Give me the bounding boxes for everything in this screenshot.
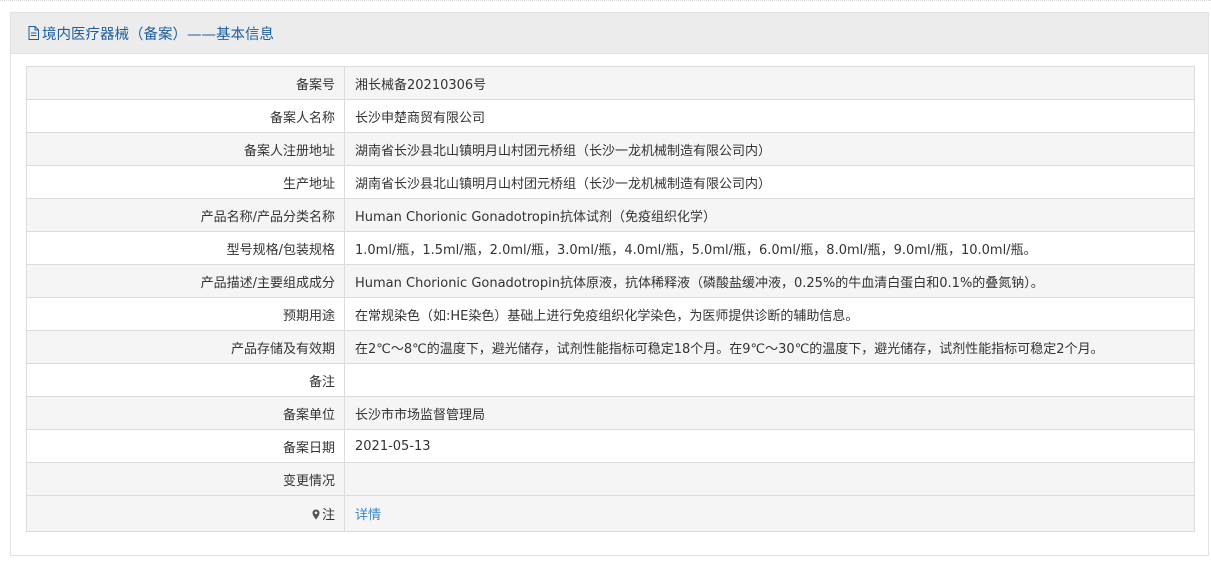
top-divider [0, 0, 1211, 5]
row-value: Human Chorionic Gonadotropin抗体原液，抗体稀释液（磷… [344, 264, 1195, 298]
table-row: 预期用途 在常规染色（如:HE染色）基础上进行免疫组织化学染色，为医师提供诊断的辅… [26, 297, 1195, 331]
row-label: 预期用途 [26, 297, 345, 331]
row-value: 湖南省长沙县北山镇明月山村团元桥组（长沙一龙机械制造有限公司内） [344, 165, 1195, 199]
row-value [344, 462, 1195, 496]
table-row: 产品存储及有效期 在2℃～8℃的温度下，避光储存，试剂性能指标可稳定18个月。在9… [26, 330, 1195, 364]
note-value-cell: 详情 [344, 495, 1195, 532]
table-row: 生产地址 湖南省长沙县北山镇明月山村团元桥组（长沙一龙机械制造有限公司内） [26, 165, 1195, 199]
row-value: Human Chorionic Gonadotropin抗体试剂（免疫组织化学） [344, 198, 1195, 232]
row-label: 产品存储及有效期 [26, 330, 345, 364]
row-value: 湖南省长沙县北山镇明月山村团元桥组（长沙一龙机械制造有限公司内） [344, 132, 1195, 166]
document-icon [28, 26, 39, 40]
table-row-note: 注 详情 [26, 495, 1195, 532]
table-row: 备案号 湘长械备20210306号 [26, 66, 1195, 100]
note-label: 注 [321, 508, 335, 523]
table-row: 备案单位 长沙市市场监督管理局 [26, 396, 1195, 430]
row-label: 备注 [26, 363, 345, 397]
row-label: 备案号 [26, 66, 345, 100]
row-label: 型号规格/包装规格 [26, 231, 345, 265]
row-label: 生产地址 [26, 165, 345, 199]
row-value: 湘长械备20210306号 [344, 66, 1195, 100]
row-value [344, 363, 1195, 397]
table-row: 备案日期 2021-05-13 [26, 429, 1195, 463]
row-label: 变更情况 [26, 462, 345, 496]
panel-header: 境内医疗器械（备案）——基本信息 [11, 13, 1208, 54]
row-value: 长沙市市场监督管理局 [344, 396, 1195, 430]
note-label-cell: 注 [26, 495, 345, 532]
row-label: 备案日期 [26, 429, 345, 463]
table-row: 型号规格/包装规格 1.0ml/瓶，1.5ml/瓶，2.0ml/瓶，3.0ml/瓶… [26, 231, 1195, 265]
row-value: 2021-05-13 [344, 429, 1195, 463]
row-value: 在2℃～8℃的温度下，避光储存，试剂性能指标可稳定18个月。在9℃～30℃的温度… [344, 330, 1195, 364]
table-row: 变更情况 [26, 462, 1195, 496]
row-label: 产品描述/主要组成成分 [26, 264, 345, 298]
row-label: 备案单位 [26, 396, 345, 430]
map-pin-icon [312, 509, 320, 520]
details-link[interactable]: 详情 [355, 508, 381, 523]
table-row: 备案人名称 长沙申楚商贸有限公司 [26, 99, 1195, 133]
row-value: 在常规染色（如:HE染色）基础上进行免疫组织化学染色，为医师提供诊断的辅助信息。 [344, 297, 1195, 331]
row-value: 长沙申楚商贸有限公司 [344, 99, 1195, 133]
table-row: 产品名称/产品分类名称 Human Chorionic Gonadotropin抗… [26, 198, 1195, 232]
row-label: 备案人注册地址 [26, 132, 345, 166]
row-label: 备案人名称 [26, 99, 345, 133]
info-table: 备案号 湘长械备20210306号 备案人名称 长沙申楚商贸有限公司 备案人注册地址 湖南… [26, 66, 1195, 532]
table-row: 产品描述/主要组成成分 Human Chorionic Gonadotropin抗… [26, 264, 1195, 298]
table-row: 备注 [26, 363, 1195, 397]
row-label: 产品名称/产品分类名称 [26, 198, 345, 232]
table-row: 备案人注册地址 湖南省长沙县北山镇明月山村团元桥组（长沙一龙机械制造有限公司内） [26, 132, 1195, 166]
row-value: 1.0ml/瓶，1.5ml/瓶，2.0ml/瓶，3.0ml/瓶，4.0ml/瓶，… [344, 231, 1195, 265]
basic-info-panel: 境内医疗器械（备案）——基本信息 备案号 湘长械备20210306号 备案人名称 长沙… [10, 12, 1209, 556]
panel-title: 境内医疗器械（备案）——基本信息 [42, 26, 274, 43]
